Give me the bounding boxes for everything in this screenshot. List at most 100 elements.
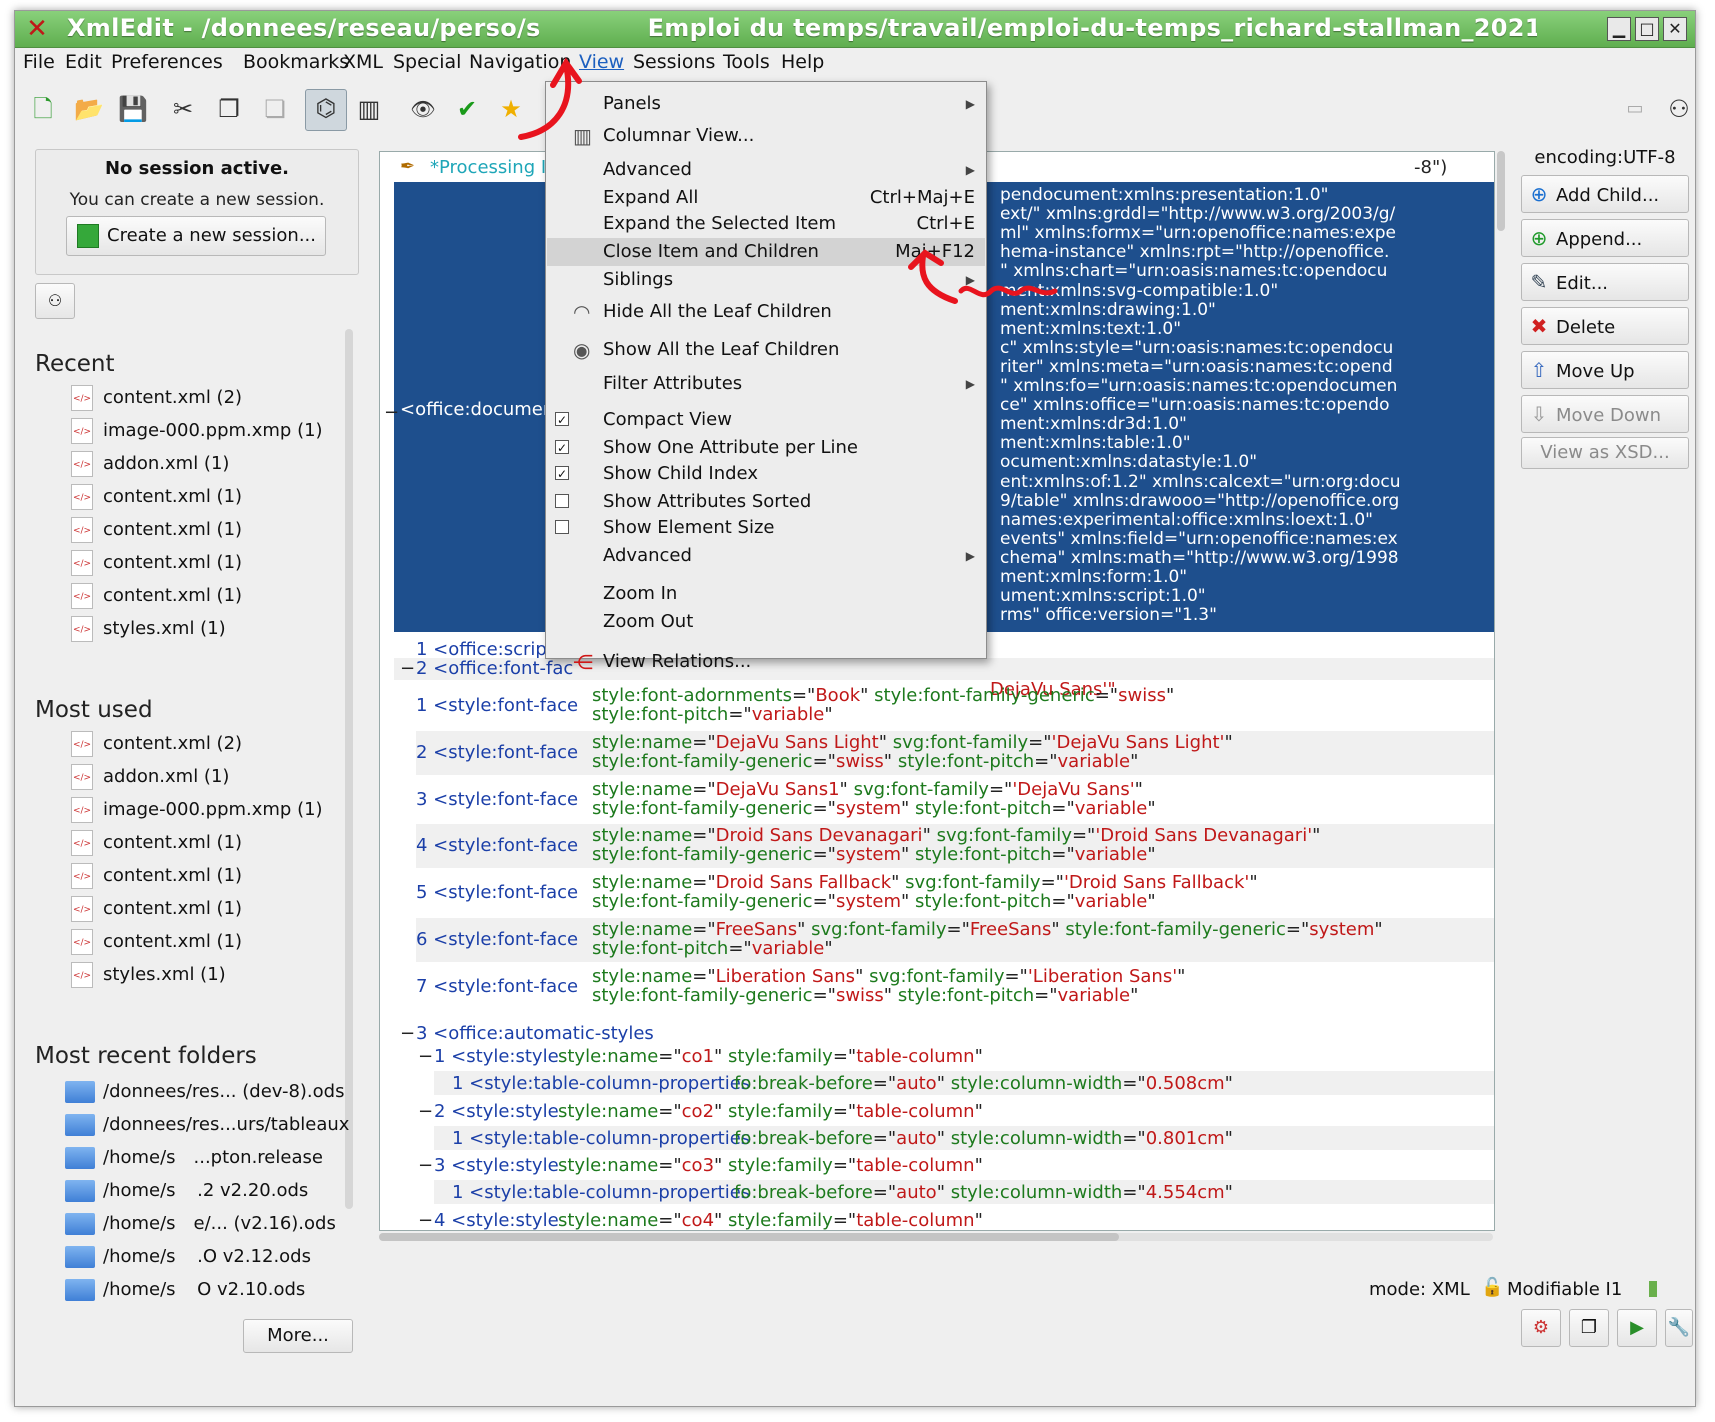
list-item[interactable]: </> image-000.ppm.xmp (1) xyxy=(55,416,355,446)
attr-quote: " xyxy=(1224,1073,1233,1094)
xml-file-icon: </> xyxy=(71,451,93,477)
folder-item[interactable]: /home/s ...pton.release xyxy=(55,1143,355,1173)
font-face-node[interactable]: 6 <style:font-face xyxy=(416,930,578,950)
attr-value: Droid Sans Devanagari xyxy=(715,825,923,847)
collapse-toggle[interactable]: − xyxy=(418,1047,433,1067)
view-menu-item[interactable]: Advanced ▶ xyxy=(547,542,985,570)
font-face-node[interactable]: 4 <style:font-face xyxy=(416,836,578,856)
view-menu-item[interactable]: Show Element Size xyxy=(547,514,985,542)
list-item[interactable]: </> image-000.ppm.xmp (1) xyxy=(55,795,355,825)
attr-eq: =" xyxy=(1051,797,1075,819)
attr-eq: =" xyxy=(946,919,970,940)
font-face-attrs-line: style:font-pitch="variable" xyxy=(592,705,833,725)
attr-eq: =" xyxy=(1051,891,1075,913)
folder-item[interactable]: /donnees/res... (dev-8).ods xyxy=(55,1077,355,1107)
style-attrs-line: style:name="co4" style:family="table-col… xyxy=(558,1210,983,1231)
list-item[interactable]: </> content.xml (2) xyxy=(55,729,355,759)
font-face-node[interactable]: 1 <style:font-face xyxy=(416,696,578,716)
attr-name: svg:font-family xyxy=(853,778,989,800)
attr-name: style:family xyxy=(728,1210,833,1231)
attr-quote: " xyxy=(860,685,875,706)
action-button-6[interactable]: View as XSD... xyxy=(1521,437,1689,469)
collapse-toggle[interactable]: − xyxy=(400,659,415,679)
attr-name: svg:font-family xyxy=(892,731,1029,753)
bottom-tool-2[interactable]: ❐ xyxy=(1569,1309,1609,1347)
checkbox-unchecked[interactable] xyxy=(555,520,569,534)
bottom-tool-4[interactable]: 🔧 xyxy=(1665,1309,1693,1347)
style-node[interactable]: 4 <style:style xyxy=(434,1211,559,1230)
folder-icon xyxy=(65,1114,95,1136)
bottom-tool-1[interactable]: ⚙ xyxy=(1521,1309,1561,1347)
attr-name: style:font-pitch xyxy=(915,891,1052,913)
attr-name: style:font-family-generic xyxy=(592,750,813,772)
attr-value: DejaVu Sans Light xyxy=(715,731,879,753)
office-scripts-node[interactable]: 1 <office:scripts xyxy=(416,640,563,660)
list-item[interactable]: </> content.xml (1) xyxy=(55,548,355,578)
list-item[interactable]: </> styles.xml (1) xyxy=(55,614,355,644)
attr-value: swiss xyxy=(1118,685,1166,706)
style-node[interactable]: 1 <style:style xyxy=(434,1047,559,1067)
view-menu-item[interactable]: ✓ Show Child Index xyxy=(547,460,985,488)
attr-quote: " xyxy=(714,1210,729,1231)
attr-value: 'Liberation Sans' xyxy=(1027,965,1178,987)
attr-name: style:font-family-generic xyxy=(592,797,813,819)
more-button[interactable]: More... xyxy=(243,1319,353,1353)
list-item[interactable]: </> content.xml (1) xyxy=(55,861,355,891)
list-item[interactable]: </> content.xml (1) xyxy=(55,515,355,545)
list-item[interactable]: </> content.xml (1) xyxy=(55,828,355,858)
attr-name: style:family xyxy=(728,1100,833,1122)
font-face-attrs-line: style:name="FreeSans" svg:font-family="F… xyxy=(592,920,1383,940)
xml-file-icon: </> xyxy=(71,896,93,922)
view-menu-item[interactable]: ✓ Show One Attribute per Line xyxy=(547,434,985,462)
view-menu-item[interactable]: Zoom In xyxy=(547,580,985,608)
font-face-node[interactable]: 2 <style:font-face xyxy=(416,742,578,763)
collapse-toggle[interactable]: − xyxy=(418,1156,433,1176)
attr-value: swiss xyxy=(835,750,884,772)
checkbox-checked[interactable]: ✓ xyxy=(555,466,569,481)
automatic-styles-node[interactable]: 3 <office:automatic-styles xyxy=(416,1024,654,1044)
attr-quote: " xyxy=(797,919,812,940)
column-properties-node[interactable]: 1 <style:table-column-properties xyxy=(452,1074,750,1094)
root-attribute-line: ent:xmlns:of:1.2" xmlns:calcext="urn:org… xyxy=(1000,471,1401,492)
column-properties-node[interactable]: 1 <style:table-column-properties xyxy=(452,1183,750,1203)
mode-label: mode: XML xyxy=(1369,1279,1470,1300)
collapse-toggle[interactable]: − xyxy=(400,1024,415,1044)
bottom-tool-3[interactable]: ▶ xyxy=(1617,1309,1657,1347)
list-item[interactable]: </> content.xml (1) xyxy=(55,927,355,957)
style-node[interactable]: 3 <style:style xyxy=(434,1156,559,1176)
attr-quote: " xyxy=(936,1073,951,1094)
list-item[interactable]: </> addon.xml (1) xyxy=(55,762,355,792)
checkbox-checked[interactable]: ✓ xyxy=(555,440,569,455)
folder-item[interactable]: /home/s e/... (v2.16).ods xyxy=(55,1209,355,1239)
attr-value: DejaVu Sans1 xyxy=(715,778,840,800)
font-face-node[interactable]: 7 <style:font-face xyxy=(416,976,578,997)
column-properties-node[interactable]: 1 <style:table-column-properties xyxy=(452,1128,750,1149)
attr-value: system xyxy=(835,797,902,819)
list-item[interactable]: </> content.xml (1) xyxy=(55,482,355,512)
view-menu-item[interactable]: ⋲ View Relations... xyxy=(547,648,985,676)
attr-name: style:font-pitch xyxy=(897,984,1035,1006)
font-face-node[interactable]: 5 <style:font-face xyxy=(416,883,578,903)
font-face-attrs-line: style:font-family-generic="swiss" style:… xyxy=(592,750,1138,772)
attr-name: style:font-family-generic xyxy=(1065,919,1286,940)
folder-icon xyxy=(65,1213,95,1235)
view-menu-item[interactable]: Zoom Out xyxy=(547,608,985,636)
list-item[interactable]: </> content.xml (1) xyxy=(55,894,355,924)
attr-name: svg:font-family xyxy=(936,825,1072,847)
action-button-label: View as XSD... xyxy=(1540,442,1670,463)
folder-item[interactable]: /donnees/res...urs/tableaux xyxy=(55,1110,355,1140)
style-node[interactable]: 2 <style:style xyxy=(434,1101,559,1122)
folder-item[interactable]: /home/s .2 v2.20.ods xyxy=(55,1176,355,1206)
attr-value: co1 xyxy=(681,1046,715,1067)
collapse-toggle[interactable]: − xyxy=(418,1101,433,1122)
checkbox-unchecked[interactable] xyxy=(555,494,569,508)
collapse-toggle[interactable]: − xyxy=(418,1211,433,1230)
list-item[interactable]: </> content.xml (1) xyxy=(55,581,355,611)
editor-hscrollbar[interactable] xyxy=(379,1233,1493,1241)
list-item[interactable]: </> addon.xml (1) xyxy=(55,449,355,479)
list-item[interactable]: </> styles.xml (1) xyxy=(55,960,355,990)
view-menu-item[interactable]: Show Attributes Sorted xyxy=(547,488,985,516)
checkbox-checked[interactable]: ✓ xyxy=(555,412,569,427)
font-face-node[interactable]: 3 <style:font-face xyxy=(416,789,578,810)
attr-quote: " xyxy=(974,1100,983,1122)
